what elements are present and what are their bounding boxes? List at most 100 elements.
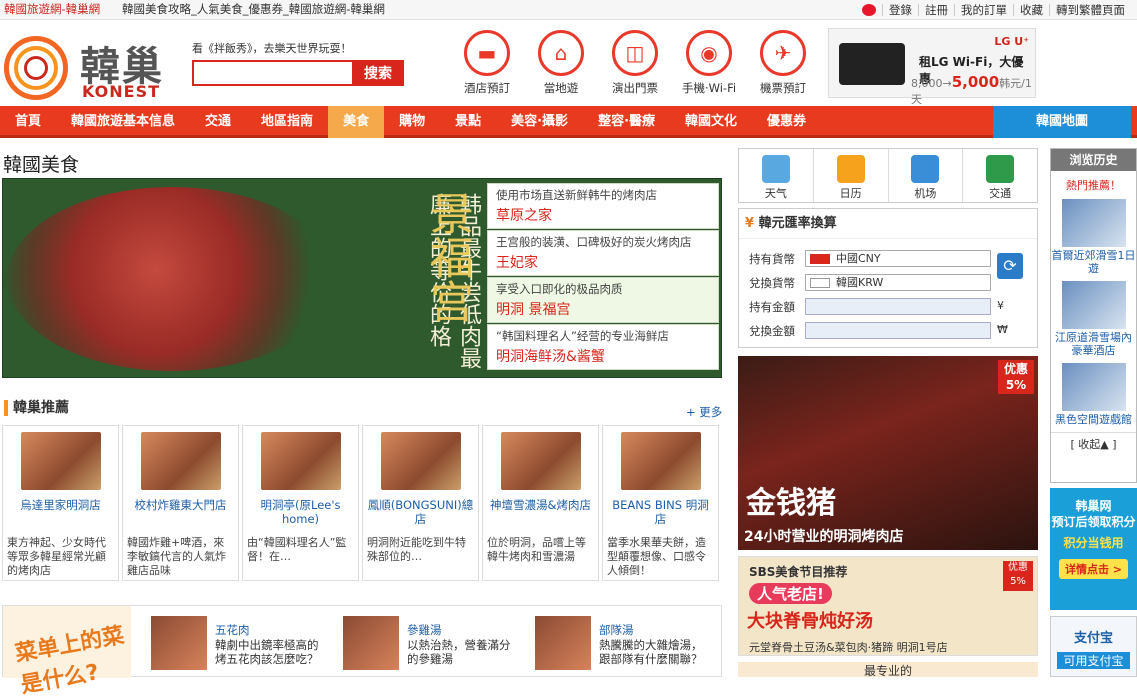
menu-item-desc: 韓劇中出鏡率極高的烤五花肉該怎麼吃？ [215,638,319,666]
logo-text-en: KONEST [82,82,161,101]
favorite-link[interactable]: 收藏 [1013,4,1049,16]
nav-food[interactable]: 美食 [328,106,385,138]
quick-wifi[interactable]: ◉ 手機·Wi-Fi [672,30,746,96]
banner-item[interactable]: 王宫般的装潢、口碑极好的炭火烤肉店 王妃家 [487,230,719,276]
quick-tickets[interactable]: ◫ 演出門票 [598,30,672,96]
history-item[interactable]: 首爾近郊滑雪1日遊 [1051,199,1136,275]
banner-item-name: 明洞 景福宫 [496,302,571,318]
card-name[interactable]: BEANS BINS 明洞店 [607,498,714,528]
fx-header[interactable]: ¥ 韓元匯率換算 [739,209,1037,239]
quick-hotel[interactable]: ▬ 酒店預訂 [450,30,524,96]
stage-icon: ◫ [612,30,658,76]
nav-transport[interactable]: 交通 [190,106,246,138]
history-item[interactable]: 江原道滑雪場內豪華酒店 [1051,281,1136,357]
more-link[interactable]: + 更多 [686,404,722,420]
quick-local-tour[interactable]: ⌂ 當地遊 [524,30,598,96]
nav-shopping[interactable]: 購物 [384,106,440,138]
quick-flights[interactable]: ✈ 機票預訂 [746,30,820,96]
have-currency-select[interactable]: 中國CNY [805,250,991,267]
discount-badge: 优惠5% [998,360,1034,394]
nav-culture[interactable]: 韓國文化 [670,106,752,138]
search-input[interactable] [192,60,354,86]
restaurant-card[interactable]: 烏達里家明洞店 東方神起、少女時代等眾多韓星經常光顧的烤肉店 [2,425,119,581]
banner-item-name: 明洞海鲜汤&酱蟹 [496,349,605,365]
restaurant-card[interactable]: 校村炸雞東大門店韓國炸雞+啤酒，來李敏鎬代言的人氣炸雞店品味 [122,425,239,581]
card-name[interactable]: 明洞亭(原Lee's home) [247,498,354,528]
history-thumb [1061,363,1126,411]
restaurant-card[interactable]: 鳳順(BONGSUNI)總店 明洞附近能吃到牛特殊部位的… [362,425,479,581]
banner-item[interactable]: 使用市场直送新鲜韩牛的烤肉店 草原之家 [487,183,719,229]
swap-button[interactable]: ⟳ [997,253,1023,279]
plane-icon: ✈ [760,30,806,76]
menu-item-title[interactable]: 參雞湯 [407,622,442,638]
banner-item[interactable]: “韩国料理名人”经营的专业海鲜店 明洞海鲜汤&酱蟹 [487,324,719,370]
card-name[interactable]: 鳳順(BONGSUNI)總店 [367,498,474,528]
recommend-title: 韓巢推薦 [4,400,69,416]
details-button[interactable]: 详情点击 > [1058,559,1129,579]
site-name[interactable]: 韓國旅遊網-韓巢網 [4,0,100,19]
amount-input[interactable] [805,298,991,315]
banner-brand: 景福宫 [422,191,473,323]
register-link[interactable]: 註冊 [918,4,954,16]
nav-beauty[interactable]: 美容·攝影 [496,106,583,138]
card-name[interactable]: 校村炸雞東大門店 [127,498,234,528]
weibo-icon[interactable] [862,4,876,16]
nav-korea-map[interactable]: 韓國地圖 [993,106,1131,138]
search-button[interactable]: 搜索 [352,60,404,86]
traditional-link[interactable]: 轉到繁體頁面 [1049,4,1131,16]
search-hint[interactable]: 看《拌飯秀》，去樂天世界玩耍！ [192,40,404,56]
tool-calendar[interactable]: 日历 [814,149,889,202]
card-image [20,432,101,490]
card-desc: 韓國炸雞+啤酒，來李敏鎬代言的人氣炸雞店品味 [127,536,226,577]
banner-list: 使用市场直送新鲜韩牛的烤肉店 草原之家 王宫般的装潢、口碑极好的炭火烤肉店 王妃家 … [487,183,719,371]
my-orders-link[interactable]: 我的訂單 [954,4,1013,16]
banner-item[interactable]: 享受入口即化的极品肉质 明洞 景福宫 [487,277,719,323]
menu-promo[interactable]: 菜单上的菜是什么? [3,606,131,698]
nav-area-guide[interactable]: 地區指南 [246,106,328,138]
banner-item-desc: 使用市场直送新鲜韩牛的烤肉店 [496,188,657,202]
header-ad[interactable]: LG U⁺ 租LG Wi-Fi，大優惠 8,000→5,000韩元/1天 [828,28,1036,106]
bbq-ad[interactable]: 优惠5% 金钱猪 24小时营业的明洞烤肉店 [738,356,1038,550]
card-name[interactable]: 烏達里家明洞店 [7,498,114,528]
nav-basic-info[interactable]: 韓國旅遊基本信息 [56,106,190,138]
food-banner[interactable]: 韩品最牛尝低肉最廉上的等价的格 景福宫 使用市场直送新鲜韩牛的烤肉店 草原之家 王… [2,178,722,378]
menu-item-title[interactable]: 五花肉 [215,622,250,638]
amount-unit: ¥ [997,299,1004,312]
ad-price: 8,000→5,000韩元/1天 [911,73,1035,107]
history-item-label: 江原道滑雪場內豪華酒店 [1055,331,1132,357]
bbq-ad-subtitle: 24小时营业的明洞烤肉店 [744,529,904,545]
nav-home[interactable]: 首頁 [0,106,56,138]
history-item[interactable]: 黑色空間遊戲館 [1051,363,1136,426]
fx-to-label: 兌換貨幣 [749,276,795,290]
banner-item-desc: “韩国料理名人”经营的专业海鲜店 [496,329,669,343]
tool-transport[interactable]: 交通 [963,149,1037,202]
login-link[interactable]: 登錄 [882,4,918,16]
card-desc: 當季水果華夫餅，造型顛覆想像、口感令人傾倒！ [607,536,706,577]
restaurant-card[interactable]: 明洞亭(原Lee's home) 由“韓國料理名人”監督！在… [242,425,359,581]
banner-item-desc: 享受入口即化的极品肉质 [496,282,623,296]
bbq-ad-title: 金钱猪 [746,486,836,521]
history-item-label: 首爾近郊滑雪1日遊 [1051,249,1136,275]
browse-history: 浏览历史 熱門推薦！ 首爾近郊滑雪1日遊 江原道滑雪場內豪華酒店 黑色空間遊戲館… [1050,148,1137,483]
restaurant-card[interactable]: 神壇雪濃湯&烤肉店 位於明洞，品嚐上等韓牛烤肉和雪濃湯 [482,425,599,581]
sbs-ad[interactable]: SBS美食节目推荐 人气老店! 大块脊骨炖好汤 元堂脊骨土豆汤&菜包肉·猪蹄 明… [738,556,1038,656]
menu-item-title[interactable]: 部隊湯 [599,622,634,638]
discount-badge: 优惠5% [1003,561,1033,591]
restaurant-card[interactable]: BEANS BINS 明洞店當季水果華夫餅，造型顛覆想像、口感令人傾倒！ [602,425,719,581]
tool-airport[interactable]: 机场 [889,149,964,202]
nav-attractions[interactable]: 景點 [440,106,496,138]
fx-amount-label: 持有金額 [749,300,795,314]
ad-new-price: 5,000 [951,73,1000,91]
to-currency-select[interactable]: 韓國KRW [805,274,991,291]
logo[interactable]: 韓巢 KONEST [4,32,174,102]
quick-label: 演出門票 [612,81,658,95]
collapse-button[interactable]: [ 收起▲ ] [1051,432,1136,452]
nav-coupons[interactable]: 優惠券 [752,106,821,138]
search-area: 看《拌飯秀》，去樂天世界玩耍！ 搜索 [192,40,404,86]
nav-medical[interactable]: 整容·醫療 [583,106,670,138]
alipay-ad[interactable]: 支付宝 可用支付宝 [1050,616,1137,677]
points-ad[interactable]: 韩巢网 预订后领取积分 积分当钱用 详情点击 > [1050,488,1137,610]
tool-weather[interactable]: 天气 [739,149,814,202]
bottom-ad[interactable]: 最专业的 [738,662,1038,678]
card-name[interactable]: 神壇雪濃湯&烤肉店 [487,498,594,528]
